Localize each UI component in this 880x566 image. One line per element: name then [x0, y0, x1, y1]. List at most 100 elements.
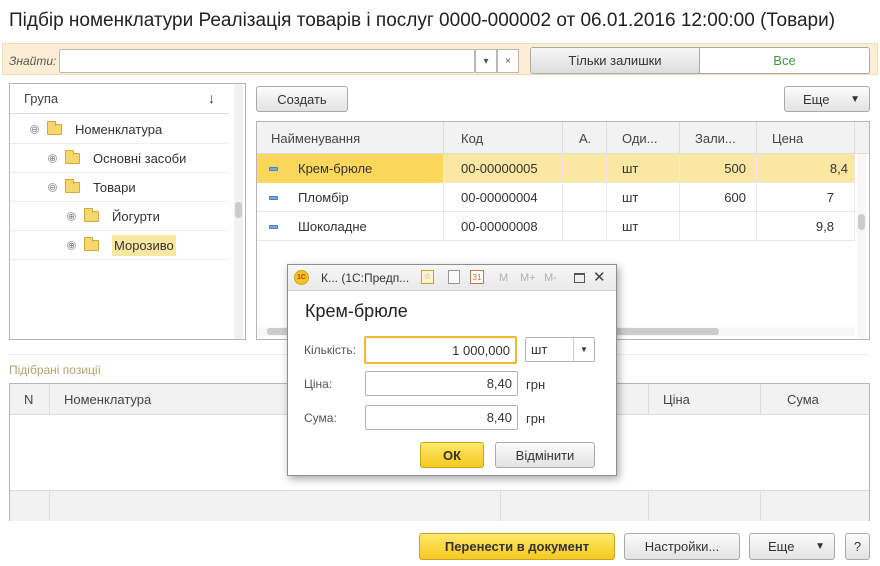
chevron-down-icon[interactable]: ▼ — [573, 338, 594, 361]
cell-name-text: Шоколадне — [298, 219, 367, 234]
search-input[interactable] — [59, 49, 475, 73]
tree-item-label: Морозиво — [112, 235, 176, 256]
window-title: Підбір номенклатури Реалізація товарів і… — [9, 10, 836, 31]
column-header-code[interactable]: Код — [444, 122, 563, 154]
more-button-label: Еще — [803, 91, 830, 107]
favorite-icon[interactable]: ☆ — [421, 270, 434, 284]
dialog-titlebar: 1С К... (1С:Предп... ☆ 31 M M+ M- ✕ — [288, 265, 616, 291]
cell-a — [563, 154, 607, 183]
quantity-input[interactable]: 1 000,000 — [364, 336, 517, 364]
tree-item-label: Основні засоби — [93, 151, 187, 166]
folder-icon — [84, 208, 99, 222]
quantity-label: Кількість: — [304, 343, 356, 357]
column-header-unit[interactable]: Оди... — [607, 122, 680, 154]
column-header-stock[interactable]: Зали... — [680, 122, 757, 154]
maximize-icon[interactable] — [574, 273, 585, 283]
table-row[interactable]: Крем-брюле 00-00000005 шт 500 8,4 — [257, 154, 855, 183]
memory-plus-icon[interactable]: M+ — [520, 272, 536, 284]
cell-unit: шт — [607, 154, 680, 183]
tree-item-yogurts[interactable]: ⊕ Йогурти — [10, 203, 229, 231]
1c-logo-icon: 1С — [294, 270, 309, 285]
sort-arrow-icon[interactable]: ↓ — [208, 90, 215, 106]
scroll-thumb[interactable] — [858, 214, 865, 230]
cell-name-text: Пломбір — [298, 190, 349, 205]
tree-item-nomenclature[interactable]: ⊖ Номенклатура — [10, 116, 229, 144]
calculator-icon[interactable] — [448, 270, 460, 284]
help-button[interactable]: ? — [845, 533, 870, 560]
column-header-a[interactable]: А. — [563, 122, 607, 154]
transfer-to-document-button[interactable]: Перенести в документ — [419, 533, 615, 560]
expand-icon[interactable]: ⊕ — [67, 241, 76, 250]
item-icon — [269, 224, 278, 229]
sum-label: Сума: — [304, 411, 337, 425]
sum-currency: грн — [526, 411, 546, 426]
quantity-dialog: 1С К... (1С:Предп... ☆ 31 M M+ M- ✕ Крем… — [287, 264, 617, 476]
footer-more-button[interactable]: Еще ▼ — [749, 533, 835, 560]
table-row[interactable]: Пломбір 00-00000004 шт 600 7 — [257, 183, 855, 212]
table-footer-cell — [649, 490, 761, 521]
cell-a — [563, 212, 607, 241]
price-label: Ціна: — [304, 377, 333, 391]
table-footer-cell — [761, 490, 869, 521]
cell-stock — [680, 212, 757, 241]
footer-more-label: Еще — [768, 539, 795, 554]
more-button[interactable]: Еще ▼ — [784, 86, 870, 112]
settings-button[interactable]: Настройки... — [624, 533, 740, 560]
cell-price: 9,8 — [757, 212, 855, 241]
collapse-icon[interactable]: ⊖ — [48, 183, 57, 192]
column-header-price[interactable]: Цена — [757, 122, 855, 154]
close-icon[interactable]: ✕ — [593, 268, 606, 286]
column-header-n[interactable]: N — [10, 384, 50, 415]
table-row[interactable]: Шоколадне 00-00000008 шт 9,8 — [257, 212, 855, 241]
table-footer-cell — [50, 490, 501, 521]
unit-select[interactable]: шт ▼ — [525, 337, 595, 362]
cell-price: 7 — [757, 183, 855, 212]
selected-items-label: Підібрані позиції — [9, 363, 101, 377]
table-footer-cell — [501, 490, 649, 521]
expand-icon[interactable]: ⊕ — [67, 212, 76, 221]
memory-m-icon[interactable]: M — [499, 272, 508, 284]
column-header-name[interactable]: Найменування — [257, 122, 444, 154]
table-footer-cell — [10, 490, 50, 521]
calendar-icon[interactable]: 31 — [470, 270, 484, 284]
chevron-down-icon: ▼ — [815, 541, 825, 552]
chevron-down-icon: ▼ — [850, 93, 860, 105]
cell-code: 00-00000008 — [444, 212, 563, 241]
cancel-button[interactable]: Відмінити — [495, 442, 595, 468]
close-icon: × — [505, 55, 511, 67]
tree-item-label: Номенклатура — [75, 122, 163, 137]
cell-code: 00-00000005 — [444, 154, 563, 183]
search-dropdown-button[interactable]: ▾ — [475, 49, 497, 73]
tree-item-ice-cream[interactable]: ⊕ Морозиво — [10, 232, 229, 260]
create-button[interactable]: Создать — [256, 86, 348, 112]
chevron-down-icon: ▾ — [483, 55, 489, 67]
ok-button[interactable]: ОК — [420, 442, 484, 468]
price-input[interactable]: 8,40 — [365, 371, 518, 396]
scroll-thumb[interactable] — [235, 202, 242, 218]
collapse-icon[interactable]: ⊖ — [30, 125, 39, 134]
cell-stock: 600 — [680, 183, 757, 212]
cell-name-text: Крем-брюле — [298, 161, 373, 176]
tree-item-fixed-assets[interactable]: ⊕ Основні засоби — [10, 145, 229, 173]
cell-a — [563, 183, 607, 212]
toggle-only-stock[interactable]: Тільки залишки — [531, 48, 700, 73]
group-tree: Група ↓ ⊖ Номенклатура ⊕ Основні засоби … — [9, 83, 246, 340]
memory-minus-icon[interactable]: M- — [544, 272, 557, 284]
cell-name: Крем-брюле — [257, 154, 444, 183]
tree-header[interactable]: Група ↓ — [10, 84, 229, 114]
toggle-all[interactable]: Все — [700, 48, 869, 73]
tree-item-goods[interactable]: ⊖ Товари — [10, 174, 229, 202]
expand-icon[interactable]: ⊕ — [48, 154, 57, 163]
item-icon — [269, 195, 278, 200]
table-vertical-scrollbar[interactable] — [857, 154, 866, 339]
sum-input[interactable]: 8,40 — [365, 405, 518, 430]
column-header-price[interactable]: Ціна — [649, 384, 761, 415]
tree-scrollbar[interactable] — [234, 84, 243, 339]
search-clear-button[interactable]: × — [497, 49, 519, 73]
filter-toggle: Тільки залишки Все — [530, 47, 870, 74]
cell-name: Шоколадне — [257, 212, 444, 241]
column-header-sum[interactable]: Сума — [761, 384, 869, 415]
cell-stock: 500 — [680, 154, 757, 183]
tree-item-label: Йогурти — [112, 209, 160, 224]
folder-icon — [65, 179, 80, 193]
